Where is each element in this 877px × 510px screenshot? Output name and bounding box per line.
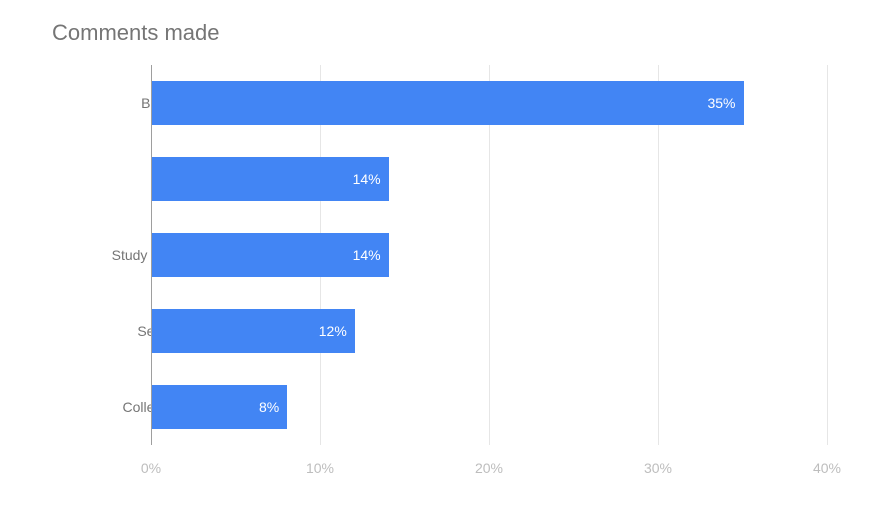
plot-area: 35% 14% 14% 12% 8%	[151, 65, 827, 445]
x-tick-label: 30%	[644, 460, 672, 476]
bar-value-label: 14%	[353, 247, 381, 263]
comments-made-chart: Comments made Building Cafe Study Space …	[0, 0, 877, 510]
x-tick-label: 40%	[813, 460, 841, 476]
bar-services: 12%	[152, 309, 355, 353]
gridline	[827, 65, 828, 445]
x-tick-label: 20%	[475, 460, 503, 476]
x-tick-label: 10%	[306, 460, 334, 476]
bar-row: 35%	[151, 65, 827, 141]
chart-title: Comments made	[52, 20, 220, 46]
bar-collections: 8%	[152, 385, 287, 429]
x-tick-label: 0%	[141, 460, 161, 476]
bar-study-space: 14%	[152, 233, 389, 277]
bar-building: 35%	[152, 81, 744, 125]
bar-row: 8%	[151, 369, 827, 445]
bar-value-label: 14%	[353, 171, 381, 187]
bar-value-label: 8%	[259, 399, 279, 415]
bar-row: 12%	[151, 293, 827, 369]
bar-value-label: 12%	[319, 323, 347, 339]
bar-row: 14%	[151, 141, 827, 217]
bar-cafe: 14%	[152, 157, 389, 201]
bar-value-label: 35%	[707, 95, 735, 111]
bar-row: 14%	[151, 217, 827, 293]
